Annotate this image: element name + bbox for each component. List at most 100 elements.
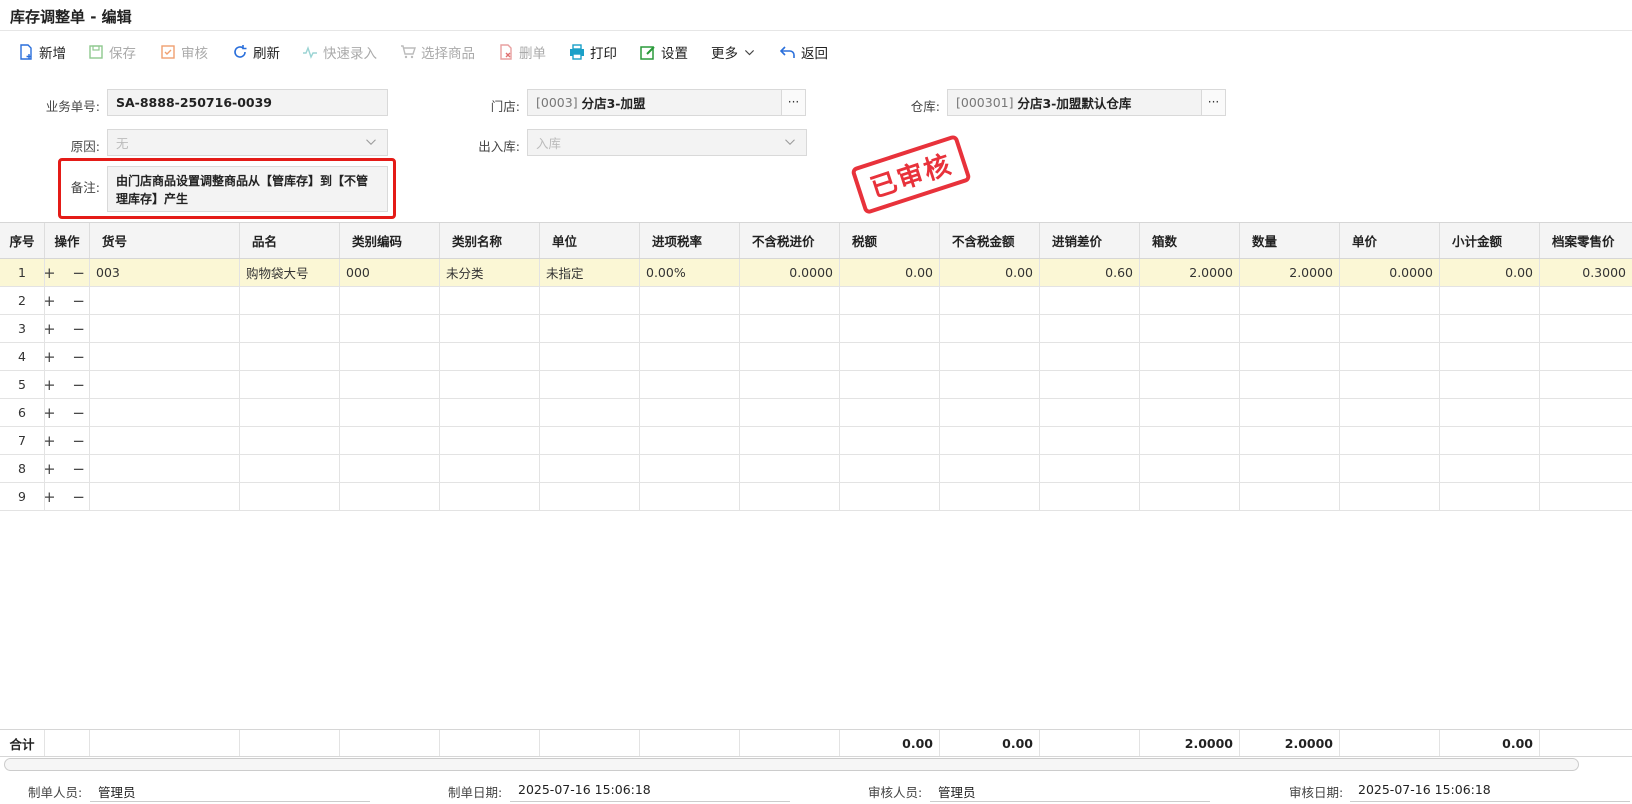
new-button[interactable]: 新增: [18, 41, 66, 63]
empty-cell[interactable]: [1240, 315, 1340, 342]
empty-cell[interactable]: [1440, 343, 1540, 370]
empty-cell[interactable]: [90, 399, 240, 426]
table-row[interactable]: 9 + −: [0, 483, 1632, 511]
empty-cell[interactable]: [90, 427, 240, 454]
row-ops-buttons[interactable]: + −: [45, 483, 90, 510]
reason-select[interactable]: 无: [107, 129, 388, 156]
empty-cell[interactable]: [340, 371, 440, 398]
col-header-unit-price[interactable]: 单价: [1340, 223, 1440, 258]
empty-cell[interactable]: [740, 287, 840, 314]
empty-cell[interactable]: [1140, 315, 1240, 342]
empty-cell[interactable]: [640, 287, 740, 314]
empty-cell[interactable]: [840, 371, 940, 398]
empty-cell[interactable]: [1540, 483, 1632, 510]
empty-cell[interactable]: [1340, 287, 1440, 314]
empty-cell[interactable]: [240, 455, 340, 482]
empty-cell[interactable]: [1440, 315, 1540, 342]
empty-cell[interactable]: [640, 427, 740, 454]
empty-cell[interactable]: [540, 371, 640, 398]
empty-cell[interactable]: [840, 483, 940, 510]
cell-tax[interactable]: 0.00: [840, 259, 940, 286]
cell-name[interactable]: 购物袋大号: [240, 259, 340, 286]
cell-retail-price[interactable]: 0.3000: [1540, 259, 1632, 286]
empty-cell[interactable]: [640, 343, 740, 370]
empty-cell[interactable]: [240, 483, 340, 510]
empty-cell[interactable]: [1240, 483, 1340, 510]
empty-cell[interactable]: [1040, 455, 1140, 482]
table-row[interactable]: 6 + −: [0, 399, 1632, 427]
col-header-category-code[interactable]: 类别编码: [340, 223, 440, 258]
inout-select[interactable]: 入库: [527, 129, 807, 156]
empty-cell[interactable]: [740, 399, 840, 426]
empty-cell[interactable]: [440, 371, 540, 398]
empty-cell[interactable]: [1540, 315, 1632, 342]
table-row[interactable]: 3 + −: [0, 315, 1632, 343]
cell-category-code[interactable]: 000: [340, 259, 440, 286]
col-header-price-diff[interactable]: 进销差价: [1040, 223, 1140, 258]
empty-cell[interactable]: [440, 315, 540, 342]
empty-cell[interactable]: [240, 315, 340, 342]
cell-boxes[interactable]: 2.0000: [1140, 259, 1240, 286]
empty-cell[interactable]: [440, 427, 540, 454]
empty-cell[interactable]: [640, 371, 740, 398]
table-row[interactable]: 8 + −: [0, 455, 1632, 483]
refresh-button[interactable]: 刷新: [232, 41, 280, 63]
empty-cell[interactable]: [740, 315, 840, 342]
cell-price-diff[interactable]: 0.60: [1040, 259, 1140, 286]
row-ops-buttons[interactable]: + −: [45, 371, 90, 398]
empty-cell[interactable]: [340, 399, 440, 426]
empty-cell[interactable]: [340, 455, 440, 482]
empty-cell[interactable]: [1440, 427, 1540, 454]
store-field[interactable]: [0003] 分店3-加盟: [527, 89, 782, 116]
cell-price-ex-tax[interactable]: 0.0000: [740, 259, 840, 286]
empty-cell[interactable]: [540, 287, 640, 314]
empty-cell[interactable]: [1440, 287, 1540, 314]
empty-cell[interactable]: [540, 427, 640, 454]
empty-cell[interactable]: [90, 455, 240, 482]
empty-cell[interactable]: [1040, 315, 1140, 342]
cell-qty[interactable]: 2.0000: [1240, 259, 1340, 286]
empty-cell[interactable]: [440, 287, 540, 314]
back-button[interactable]: 返回: [780, 41, 828, 63]
empty-cell[interactable]: [1340, 371, 1440, 398]
col-header-boxes[interactable]: 箱数: [1140, 223, 1240, 258]
quick-entry-button[interactable]: 快速录入: [302, 41, 377, 63]
empty-cell[interactable]: [440, 483, 540, 510]
empty-cell[interactable]: [1340, 315, 1440, 342]
empty-cell[interactable]: [740, 483, 840, 510]
empty-cell[interactable]: [540, 399, 640, 426]
empty-cell[interactable]: [940, 483, 1040, 510]
col-header-amount-ex-tax[interactable]: 不含税金额: [940, 223, 1040, 258]
empty-cell[interactable]: [1240, 427, 1340, 454]
col-header-price-ex-tax[interactable]: 不含税进价: [740, 223, 840, 258]
empty-cell[interactable]: [940, 343, 1040, 370]
empty-cell[interactable]: [1240, 371, 1340, 398]
empty-cell[interactable]: [1240, 399, 1340, 426]
empty-cell[interactable]: [90, 287, 240, 314]
empty-cell[interactable]: [740, 343, 840, 370]
save-button[interactable]: 保存: [88, 41, 136, 63]
empty-cell[interactable]: [440, 343, 540, 370]
print-button[interactable]: 打印: [569, 41, 617, 63]
empty-cell[interactable]: [740, 371, 840, 398]
empty-cell[interactable]: [740, 455, 840, 482]
empty-cell[interactable]: [1040, 371, 1140, 398]
col-header-unit[interactable]: 单位: [540, 223, 640, 258]
empty-cell[interactable]: [1340, 455, 1440, 482]
empty-cell[interactable]: [540, 455, 640, 482]
table-row[interactable]: 5 + −: [0, 371, 1632, 399]
empty-cell[interactable]: [340, 427, 440, 454]
empty-cell[interactable]: [1140, 483, 1240, 510]
store-picker-button[interactable]: ···: [781, 89, 806, 116]
empty-cell[interactable]: [840, 455, 940, 482]
horizontal-scrollbar[interactable]: [4, 758, 1579, 771]
empty-cell[interactable]: [1140, 343, 1240, 370]
empty-cell[interactable]: [240, 343, 340, 370]
empty-cell[interactable]: [1540, 427, 1632, 454]
empty-cell[interactable]: [340, 287, 440, 314]
order-no-field[interactable]: SA-8888-250716-0039: [107, 89, 388, 116]
empty-cell[interactable]: [540, 343, 640, 370]
empty-cell[interactable]: [1440, 483, 1540, 510]
col-header-qty[interactable]: 数量: [1240, 223, 1340, 258]
empty-cell[interactable]: [840, 427, 940, 454]
